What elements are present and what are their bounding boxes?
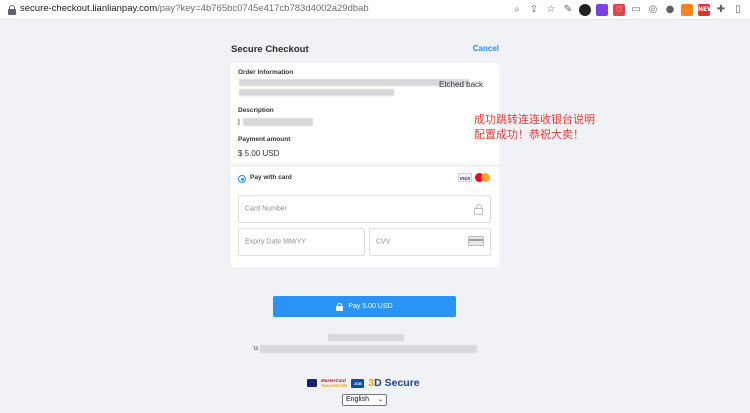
pay-button[interactable]: Pay 5.00 USD: [273, 296, 456, 317]
payment-amount-label: Payment amount: [238, 136, 291, 143]
language-select[interactable]: English ⌄: [342, 394, 387, 406]
page-title: Secure Checkout: [231, 44, 309, 55]
redacted-order-info-line1: [239, 79, 469, 86]
cancel-link[interactable]: Cancel: [473, 44, 499, 53]
puzzle-icon[interactable]: ✚: [715, 4, 727, 16]
browser-address-bar[interactable]: secure-checkout.lianlianpay.com/pay?key=…: [0, 0, 750, 20]
share-icon[interactable]: ⇪: [528, 4, 540, 16]
expiry-date-input[interactable]: Expiry Date MM/YY: [238, 228, 365, 256]
annotation-line-1: 成功跳转连连收银台说明: [474, 113, 595, 126]
verified-by-visa-icon: [307, 379, 317, 387]
cvv-input[interactable]: CVV: [369, 228, 491, 256]
sidebar-icon[interactable]: ▯: [732, 4, 744, 16]
redacted-description: [243, 118, 313, 126]
checkout-header: Secure Checkout Cancel: [231, 44, 499, 60]
order-info-visible-text: Etched back: [439, 80, 484, 89]
lock-icon: [336, 302, 344, 311]
pay-button-label: Pay 5.00 USD: [348, 303, 393, 310]
card-number-input[interactable]: Card Number: [238, 195, 491, 223]
extension-new-icon[interactable]: NEW: [698, 4, 714, 16]
pay-with-card-radio[interactable]: [238, 175, 246, 183]
description-visible-char: l: [238, 118, 240, 127]
pay-with-card-label[interactable]: Pay with card: [250, 174, 292, 181]
mastercard-securecode-icon: MasterCard SecureCode: [321, 378, 348, 388]
card-number-placeholder: Card Number: [245, 205, 288, 213]
mastercard-icon: [475, 173, 491, 182]
star-icon[interactable]: ☆: [545, 4, 557, 16]
lock-icon[interactable]: [8, 5, 16, 15]
order-summary-card: Order Information Etched back Descriptio…: [231, 63, 499, 164]
success-annotation: 成功跳转连连收银台说明 配置成功！恭祝大卖！: [474, 112, 595, 142]
description-label: Description: [238, 107, 274, 114]
jcb-icon: JCB: [351, 378, 365, 388]
cvv-placeholder: CVV: [376, 238, 391, 246]
payment-method-card: Pay with card VISA Card Number Expiry Da…: [231, 167, 499, 267]
metamask-icon[interactable]: [681, 4, 693, 16]
language-select-value: English: [346, 396, 369, 403]
payment-amount-value: $ 5.00 USD: [238, 149, 280, 158]
card-back-icon: [468, 236, 484, 246]
3d-secure-logo: 3D Secure: [368, 377, 420, 389]
footer-visible-prefix: u: [254, 345, 258, 352]
github-icon[interactable]: ●: [664, 4, 676, 16]
extension-purple-icon[interactable]: [596, 4, 608, 16]
browser-toolbar: ⌕ ⇪ ☆ ✎ ♡ ▭ ◎ ● NEW ✚ ▯: [511, 3, 744, 17]
redacted-order-info-line2: [239, 89, 394, 96]
extension-circle-icon[interactable]: [579, 4, 591, 16]
bookmark-icon[interactable]: ▭: [630, 4, 642, 16]
annotation-line-2: 配置成功！恭祝大卖！: [474, 128, 584, 141]
zoom-icon[interactable]: ⌕: [511, 4, 523, 16]
visa-icon: VISA: [458, 173, 472, 182]
camera-icon[interactable]: ◎: [647, 4, 659, 16]
redacted-footer-line1: [328, 334, 404, 341]
order-info-label: Order Information: [238, 69, 294, 76]
expiry-date-placeholder: Expiry Date MM/YY: [245, 238, 307, 246]
pocket-icon[interactable]: ♡: [613, 4, 625, 16]
chevron-down-icon: ⌄: [377, 396, 383, 403]
security-badges: MasterCard SecureCode JCB 3D Secure: [307, 376, 420, 390]
extension-pen-icon[interactable]: ✎: [562, 4, 574, 16]
url-text[interactable]: secure-checkout.lianlianpay.com/pay?key=…: [20, 3, 369, 14]
lock-icon: [474, 204, 483, 215]
redacted-footer-line2: [260, 345, 477, 353]
